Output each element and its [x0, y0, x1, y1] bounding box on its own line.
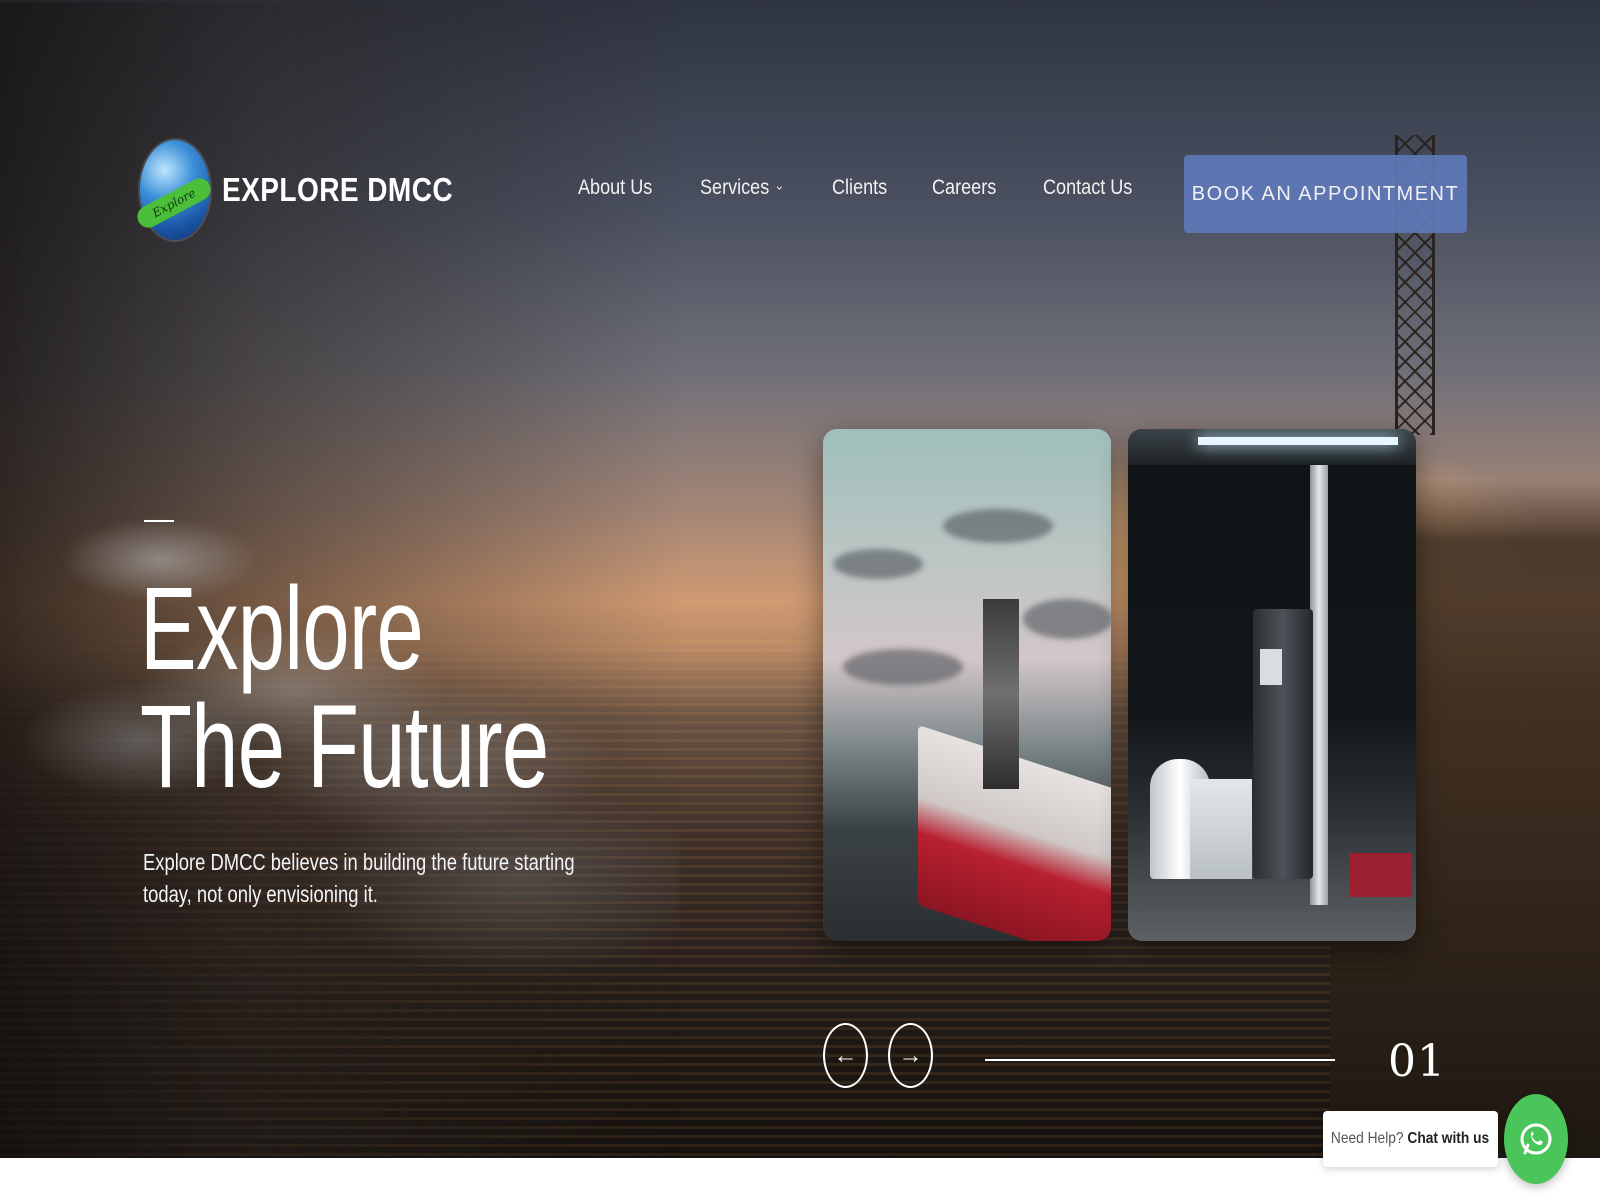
- book-appointment-button[interactable]: BOOK AN APPOINTMENT: [1184, 155, 1467, 233]
- red-box: [1350, 853, 1412, 897]
- cloud-shape: [943, 509, 1053, 543]
- slide-card-fuel-pump[interactable]: [1128, 429, 1416, 941]
- site-logo[interactable]: Explore EXPLORE DMCC: [133, 140, 494, 240]
- headline-line-1: Explore: [140, 563, 424, 695]
- cloud-shape: [1023, 599, 1111, 639]
- arrow-right-icon: →: [898, 1041, 923, 1069]
- hero-section: Explore EXPLORE DMCC About Us Services ›…: [0, 0, 1600, 1158]
- globe-logo-icon: Explore: [133, 140, 215, 240]
- nav-label: Clients: [831, 176, 887, 199]
- chat-prefix: Need Help?: [1331, 1130, 1405, 1147]
- chat-action: Chat with us: [1407, 1130, 1490, 1147]
- canopy-light: [1198, 437, 1398, 445]
- slide-card-vessel[interactable]: [823, 429, 1111, 941]
- main-navigation: About Us Services › Clients Careers Cont…: [578, 176, 1182, 200]
- slider-next-button[interactable]: →: [888, 1023, 933, 1088]
- headline-dash: [144, 520, 174, 522]
- whatsapp-icon: [1520, 1123, 1552, 1155]
- slide-number: 01: [1388, 1036, 1446, 1087]
- nav-item-careers[interactable]: Careers: [932, 176, 996, 200]
- slider-progress-fill: [985, 1059, 1335, 1061]
- brand-name: EXPLORE DMCC: [222, 171, 454, 208]
- hero-headline: Explore The Future: [140, 563, 549, 813]
- slider-prev-button[interactable]: ←: [823, 1023, 868, 1088]
- station-canopy: [1128, 429, 1416, 465]
- nav-label: Services: [700, 176, 770, 199]
- slider-progress-track: [985, 1059, 1335, 1061]
- logo-band-text: Explore: [133, 174, 215, 232]
- nav-item-services[interactable]: Services ›: [700, 176, 787, 200]
- nav-label: Careers: [931, 176, 997, 199]
- pump-screen: [1260, 649, 1282, 685]
- cloud-shape: [833, 549, 923, 579]
- cloud-shape: [843, 649, 963, 685]
- arrow-left-icon: ←: [833, 1041, 858, 1069]
- nav-label: About Us: [578, 176, 653, 199]
- whatsapp-chat-button[interactable]: [1504, 1094, 1568, 1184]
- hero-subtext: Explore DMCC believes in building the fu…: [143, 849, 575, 907]
- nav-label: Contact Us: [1042, 176, 1132, 199]
- nav-item-contact-us[interactable]: Contact Us: [1043, 176, 1132, 200]
- vessel-tower: [983, 599, 1019, 789]
- chat-help-text: Need Help? Chat with us: [1331, 1130, 1489, 1148]
- nav-item-about-us[interactable]: About Us: [578, 176, 652, 200]
- chevron-down-icon: ›: [773, 185, 788, 191]
- headline-line-2: The Future: [140, 681, 549, 813]
- station-box: [1190, 779, 1252, 879]
- nav-item-clients[interactable]: Clients: [832, 176, 887, 200]
- chat-help-pill[interactable]: Need Help? Chat with us: [1323, 1111, 1498, 1167]
